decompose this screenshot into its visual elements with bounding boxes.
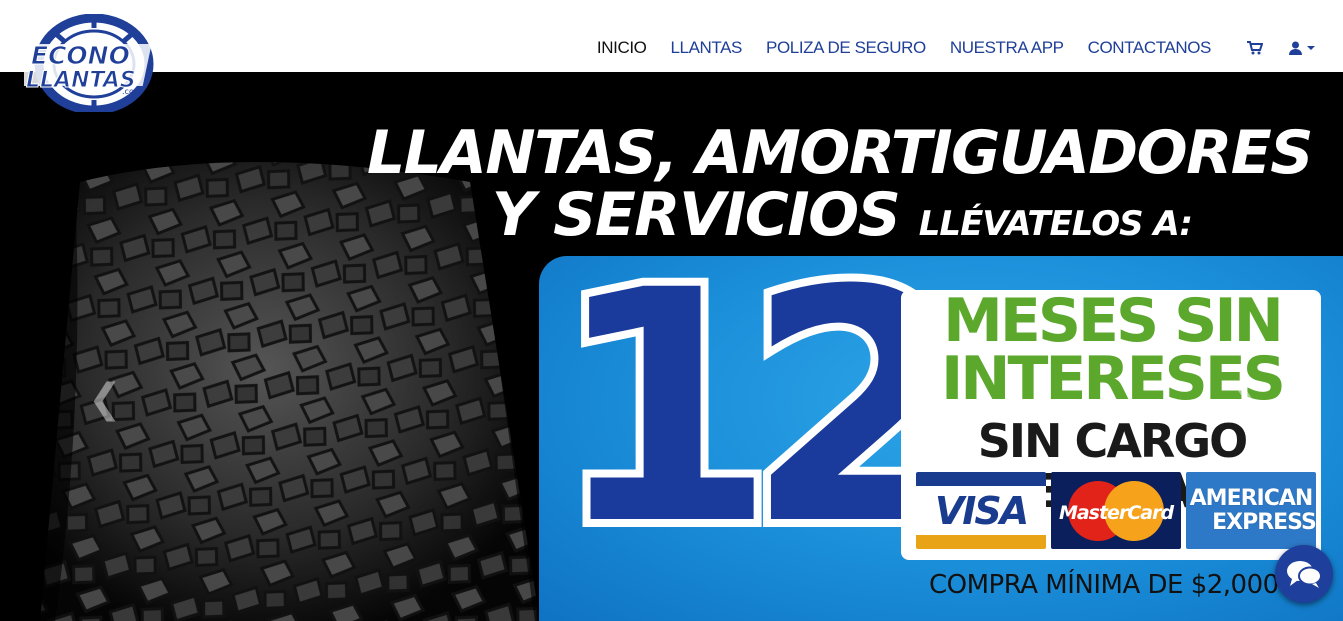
chevron-down-icon bbox=[1307, 46, 1315, 50]
logo-line1: ECONO bbox=[31, 41, 130, 70]
chat-bubbles-icon bbox=[1287, 561, 1322, 588]
amex-line1: AMERICAN bbox=[1189, 485, 1314, 511]
headline-line2-small: LLÉVATELOS A: bbox=[918, 204, 1193, 244]
main-nav: INICIO LLANTAS POLIZA DE SEGURO NUESTRA … bbox=[573, 0, 1343, 72]
mastercard-label: MasterCard bbox=[1059, 502, 1175, 524]
shopping-cart-icon[interactable] bbox=[1247, 0, 1263, 72]
nav-item-poliza-de-seguro[interactable]: POLIZA DE SEGURO bbox=[766, 0, 926, 72]
chevron-left-icon[interactable]: ❮ bbox=[88, 376, 122, 422]
payment-cards: VISA MasterCard AMERICAN EXPRESS bbox=[916, 472, 1316, 549]
headline-line1: LLANTAS, AMORTIGUADORES bbox=[366, 118, 1314, 188]
brand-logo[interactable]: ECONO LLANTAS .com bbox=[8, 13, 158, 115]
visa-logo: VISA bbox=[916, 472, 1046, 549]
nav-item-llantas[interactable]: LLANTAS bbox=[670, 0, 742, 72]
nav-item-contactanos[interactable]: CONTACTANOS bbox=[1088, 0, 1212, 72]
promo-banner[interactable]: 12 MESES SIN INTERESES SIN CARGO EXTRA V… bbox=[539, 256, 1343, 621]
promo-line1: MESES SIN bbox=[943, 286, 1284, 356]
nav-item-nuestra-app[interactable]: NUESTRA APP bbox=[950, 0, 1064, 72]
nav-item-inicio[interactable]: INICIO bbox=[597, 0, 647, 72]
chevron-right-icon[interactable]: ❯ bbox=[1226, 376, 1260, 422]
hero-headline: LLANTAS, AMORTIGUADORES Y SERVICIOS LLÉV… bbox=[340, 122, 1340, 255]
promo-number: 12 bbox=[545, 256, 976, 595]
mastercard-logo: MasterCard bbox=[1051, 472, 1181, 549]
logo-tld: .com bbox=[122, 87, 142, 96]
chat-widget-button[interactable] bbox=[1275, 545, 1333, 603]
headline-line2: Y SERVICIOS LLÉVATELOS A: bbox=[340, 184, 1340, 255]
user-icon bbox=[1289, 41, 1302, 55]
hero-carousel: LLANTAS, AMORTIGUADORES Y SERVICIOS LLÉV… bbox=[0, 72, 1343, 621]
american-express-logo: AMERICAN EXPRESS bbox=[1186, 472, 1316, 549]
visa-label: VISA bbox=[934, 488, 1029, 533]
amex-line2: EXPRESS bbox=[1212, 509, 1316, 535]
headline-line2-main: Y SERVICIOS bbox=[491, 180, 901, 250]
min-purchase-note: COMPRA MÍNIMA DE $2,000 bbox=[929, 570, 1279, 600]
top-navbar: INICIO LLANTAS POLIZA DE SEGURO NUESTRA … bbox=[0, 0, 1343, 72]
logo-line2: LLANTAS bbox=[26, 68, 136, 93]
user-menu-toggle[interactable] bbox=[1289, 0, 1315, 72]
